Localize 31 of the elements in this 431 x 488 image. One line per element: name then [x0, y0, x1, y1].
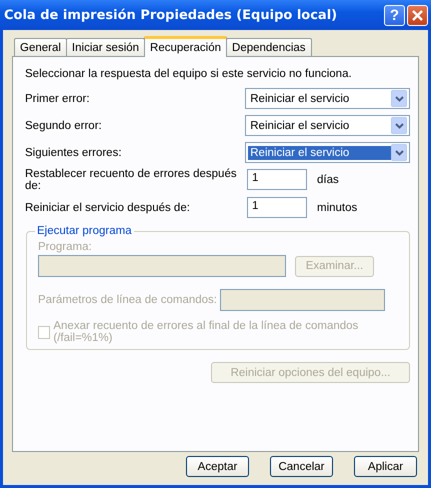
- close-icon: [411, 8, 424, 22]
- dialog-button[interactable]: Aceptar: [186, 456, 249, 477]
- tab[interactable]: Dependencias: [226, 38, 312, 56]
- group-title: Ejecutar programa: [36, 225, 133, 237]
- description-text: Seleccionar la respuesta del equipo si este servicio no funciona.: [25, 68, 353, 80]
- unit-label: minutos: [317, 202, 358, 214]
- number-field[interactable]: 1: [247, 197, 307, 218]
- field-label: Segundo error:: [25, 120, 103, 132]
- dropdown[interactable]: Reiniciar el servicio: [245, 115, 410, 136]
- dropdown-value: Reiniciar el servicio: [248, 146, 391, 160]
- dropdown[interactable]: Reiniciar el servicio: [245, 88, 410, 109]
- tab[interactable]: General: [14, 38, 67, 56]
- help-button[interactable]: ?: [384, 4, 405, 26]
- dialog-button[interactable]: Aplicar: [354, 456, 417, 477]
- checkbox-label: Anexar recuento de errores al final de la línea de comandos (/fail=%1%): [53, 320, 360, 344]
- dropdown-value: Reiniciar el servicio: [249, 118, 350, 132]
- field-label: Restablecer recuento de errores después de:: [25, 168, 238, 192]
- field-label: Programa:: [38, 241, 93, 253]
- field-label: Reiniciar el servicio después de:: [25, 202, 191, 214]
- unit-label: días: [317, 174, 339, 186]
- close-button[interactable]: [407, 4, 428, 26]
- field-label: Parámetros de línea de comandos:: [38, 294, 217, 306]
- number-field[interactable]: 1: [247, 169, 307, 190]
- field-label: Primer error:: [25, 92, 91, 104]
- dropdown[interactable]: Reiniciar el servicio: [245, 142, 410, 163]
- field-label: Siguientes errores:: [25, 146, 123, 158]
- dialog-button[interactable]: Cancelar: [270, 456, 333, 477]
- dropdown-value: Reiniciar el servicio: [249, 92, 350, 106]
- tab[interactable]: Iniciar sesión: [66, 38, 146, 56]
- window-title: Cola de impresión Propiedades (Equipo local): [4, 8, 338, 22]
- tab[interactable]: Recuperación: [144, 36, 228, 57]
